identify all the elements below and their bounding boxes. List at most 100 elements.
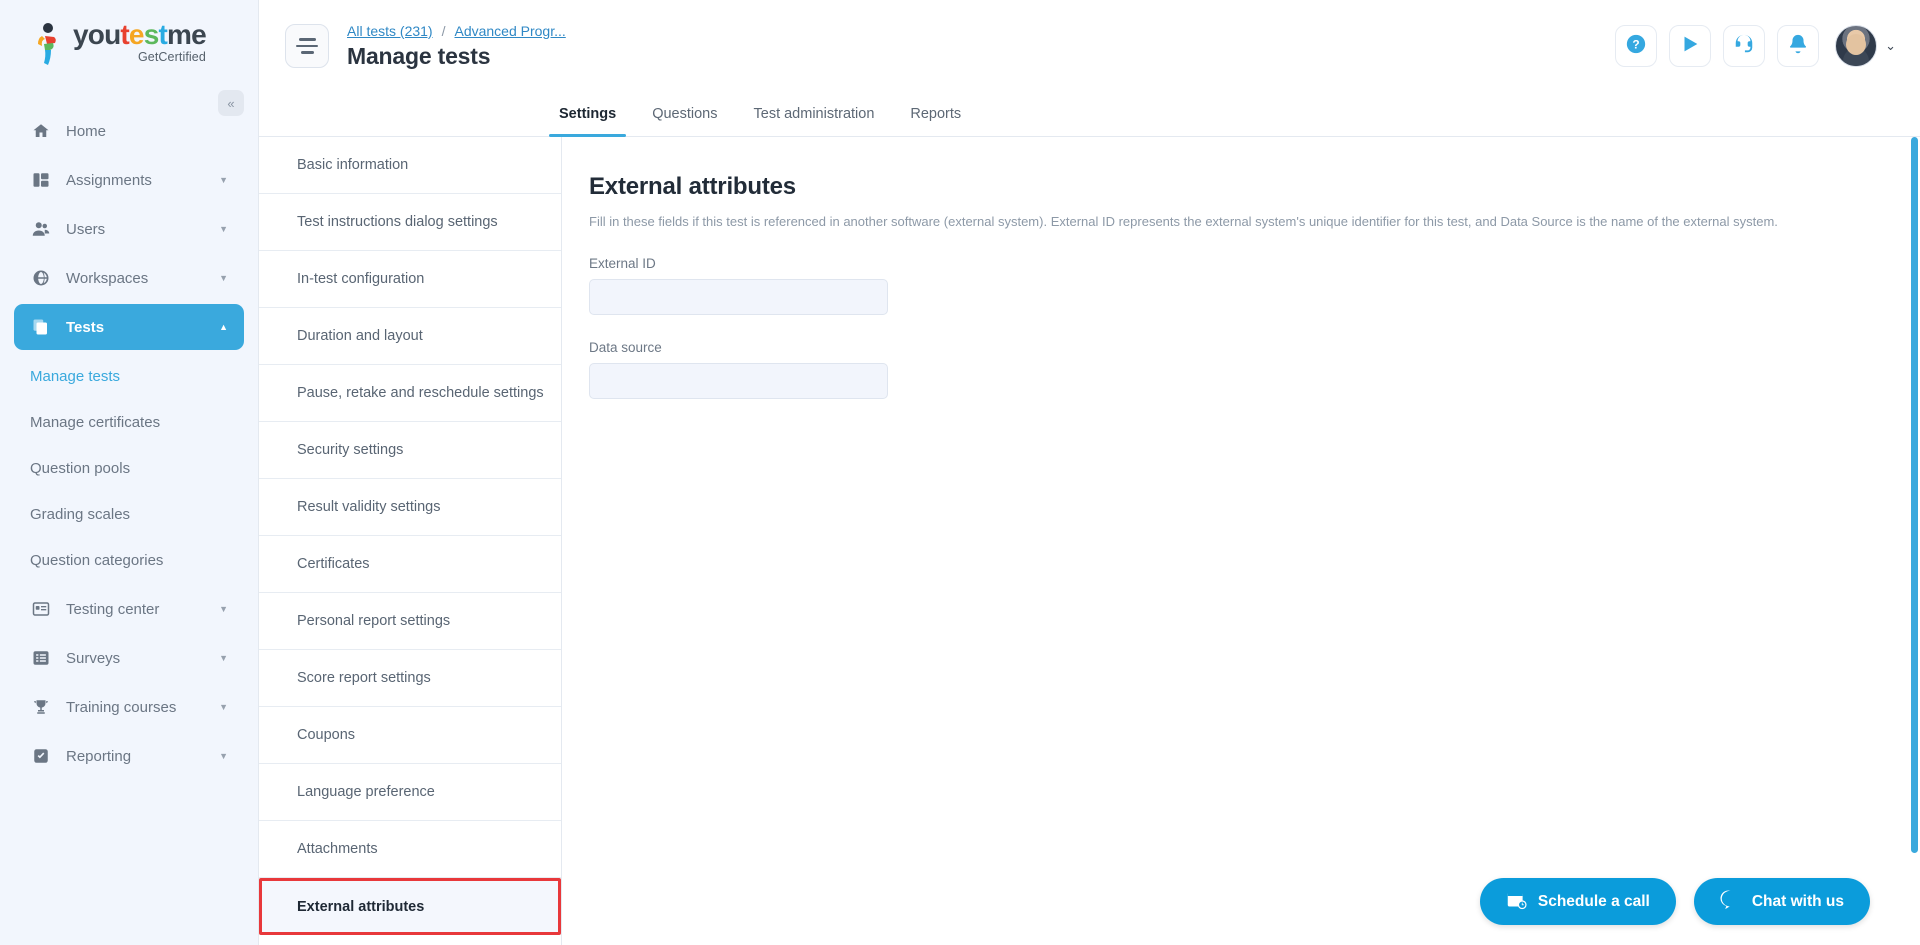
settings-item-duration-and-layout[interactable]: Duration and layout xyxy=(259,308,561,365)
sidebar: youtestme GetCertified « Home Assignment… xyxy=(0,0,258,945)
tab-test-administration[interactable]: Test administration xyxy=(736,92,893,136)
breadcrumb-current-test[interactable]: Advanced Progr... xyxy=(454,23,565,39)
settings-item-label: Personal report settings xyxy=(297,613,451,629)
chevron-up-icon: ▲ xyxy=(219,322,228,332)
sidebar-item-label: Reporting xyxy=(66,747,132,765)
reporting-icon xyxy=(30,745,52,767)
chat-bubble-icon xyxy=(1720,889,1741,915)
sidebar-item-users[interactable]: Users ▼ xyxy=(14,206,244,252)
sidebar-nav: Home Assignments ▼ Users ▼ Workspaces ▼ … xyxy=(0,108,258,779)
settings-item-label: Duration and layout xyxy=(297,328,423,344)
user-menu[interactable]: ⌄ xyxy=(1835,25,1896,67)
page-title: Manage tests xyxy=(347,42,491,69)
brand-subtitle: GetCertified xyxy=(137,50,206,64)
hamburger-menu-icon[interactable] xyxy=(285,24,329,68)
brand-t1: t xyxy=(120,19,129,50)
chevron-down-icon: ▼ xyxy=(219,224,228,234)
sidebar-subitem-label: Grading scales xyxy=(30,505,131,523)
sidebar-item-tests[interactable]: Tests ▲ xyxy=(14,304,244,350)
schedule-a-call-button[interactable]: Schedule a call xyxy=(1479,878,1676,925)
hamburger-line xyxy=(296,44,318,48)
sidebar-item-workspaces[interactable]: Workspaces ▼ xyxy=(14,255,244,301)
app-root: youtestme GetCertified « Home Assignment… xyxy=(0,0,1920,945)
sidebar-item-surveys[interactable]: Surveys ▼ xyxy=(14,635,244,681)
users-icon xyxy=(30,218,52,240)
tab-label: Test administration xyxy=(753,106,875,122)
brand-s1: s xyxy=(143,19,160,50)
help-button[interactable]: ? xyxy=(1615,25,1658,67)
settings-item-label: Basic information xyxy=(297,157,409,173)
settings-item-security-settings[interactable]: Security settings xyxy=(259,422,561,479)
sidebar-subitem-label: Question categories xyxy=(30,551,164,569)
settings-item-score-report-settings[interactable]: Score report settings xyxy=(259,650,561,707)
content-area: Basic information Test instructions dial… xyxy=(259,137,1920,945)
breadcrumb-separator: / xyxy=(441,22,446,39)
data-source-input[interactable] xyxy=(589,363,888,400)
sidebar-item-home[interactable]: Home xyxy=(14,108,244,154)
sidebar-item-testing-center[interactable]: Testing center ▼ xyxy=(14,586,244,632)
notifications-button[interactable] xyxy=(1777,25,1820,67)
settings-item-language-preference[interactable]: Language preference xyxy=(259,764,561,821)
youtestme-logo-mark xyxy=(32,22,66,66)
settings-item-external-attributes[interactable]: External attributes xyxy=(259,878,561,935)
schedule-a-call-label: Schedule a call xyxy=(1537,892,1650,910)
sidebar-item-label: Testing center xyxy=(66,600,160,618)
tab-questions[interactable]: Questions xyxy=(634,92,735,136)
title-block: All tests (231) / Advanced Progr... Mana… xyxy=(347,23,566,70)
settings-item-pause-retake-reschedule-settings[interactable]: Pause, retake and reschedule settings xyxy=(259,365,561,422)
main-area: All tests (231) / Advanced Progr... Mana… xyxy=(258,0,1920,945)
avatar xyxy=(1835,25,1878,67)
play-tutorial-button[interactable] xyxy=(1669,25,1712,67)
sidebar-subitem-grading-scales[interactable]: Grading scales xyxy=(0,491,258,537)
sidebar-subitem-question-pools[interactable]: Question pools xyxy=(0,445,258,491)
external-id-label: External ID xyxy=(589,256,656,272)
panel-title: External attributes xyxy=(589,173,796,200)
tab-reports[interactable]: Reports xyxy=(892,92,979,136)
tab-label: Reports xyxy=(910,106,962,122)
chat-with-us-button[interactable]: Chat with us xyxy=(1693,878,1870,925)
svg-text:?: ? xyxy=(1632,37,1639,51)
brand-wordmark: youtestme xyxy=(73,19,207,50)
sidebar-item-reporting[interactable]: Reporting ▼ xyxy=(14,733,244,779)
brand-logo[interactable]: youtestme GetCertified xyxy=(0,0,258,88)
sidebar-item-label: Home xyxy=(66,122,107,140)
headset-icon xyxy=(1733,33,1755,60)
chevron-down-icon: ▼ xyxy=(219,175,228,185)
brand-you: you xyxy=(73,19,121,50)
surveys-icon xyxy=(30,647,52,669)
external-id-input[interactable] xyxy=(589,279,888,316)
sidebar-subitem-question-categories[interactable]: Question categories xyxy=(0,537,258,583)
breadcrumb-all-tests[interactable]: All tests (231) xyxy=(347,23,433,39)
chevron-down-icon: ▼ xyxy=(219,751,228,761)
settings-item-label: Attachments xyxy=(297,841,378,857)
sidebar-subitem-manage-tests[interactable]: Manage tests xyxy=(0,353,258,399)
settings-item-attachments[interactable]: Attachments xyxy=(259,821,561,878)
tab-settings[interactable]: Settings xyxy=(541,92,634,137)
settings-item-result-validity-settings[interactable]: Result validity settings xyxy=(259,479,561,536)
settings-item-coupons[interactable]: Coupons xyxy=(259,707,561,764)
settings-item-personal-report-settings[interactable]: Personal report settings xyxy=(259,593,561,650)
external-attributes-panel: External attributes Fill in these fields… xyxy=(562,137,1920,945)
vertical-scrollbar[interactable] xyxy=(1911,137,1918,853)
settings-item-label: Score report settings xyxy=(297,670,431,686)
settings-item-test-instructions-dialog-settings[interactable]: Test instructions dialog settings xyxy=(259,194,561,251)
sidebar-item-training-courses[interactable]: Training courses ▼ xyxy=(14,684,244,730)
hamburger-line xyxy=(298,38,316,41)
tab-bar: Settings Questions Test administration R… xyxy=(259,92,1920,137)
sidebar-item-assignments[interactable]: Assignments ▼ xyxy=(14,157,244,203)
globe-icon xyxy=(30,267,52,289)
settings-item-in-test-configuration[interactable]: In-test configuration xyxy=(259,251,561,308)
sidebar-subitem-manage-certificates[interactable]: Manage certificates xyxy=(0,399,258,445)
settings-item-certificates[interactable]: Certificates xyxy=(259,536,561,593)
chevron-down-icon: ▼ xyxy=(219,653,228,663)
floating-actions: Schedule a call Chat with us xyxy=(1479,878,1870,925)
settings-item-basic-information[interactable]: Basic information xyxy=(259,137,561,194)
sidebar-item-label: Workspaces xyxy=(66,269,149,287)
bell-icon xyxy=(1787,33,1809,60)
assignments-icon xyxy=(30,169,52,191)
support-button[interactable] xyxy=(1723,25,1766,67)
sidebar-item-label: Assignments xyxy=(66,171,152,189)
brand-e1: e xyxy=(128,19,145,50)
chevron-down-icon: ▼ xyxy=(219,702,228,712)
tab-label: Settings xyxy=(559,106,617,122)
